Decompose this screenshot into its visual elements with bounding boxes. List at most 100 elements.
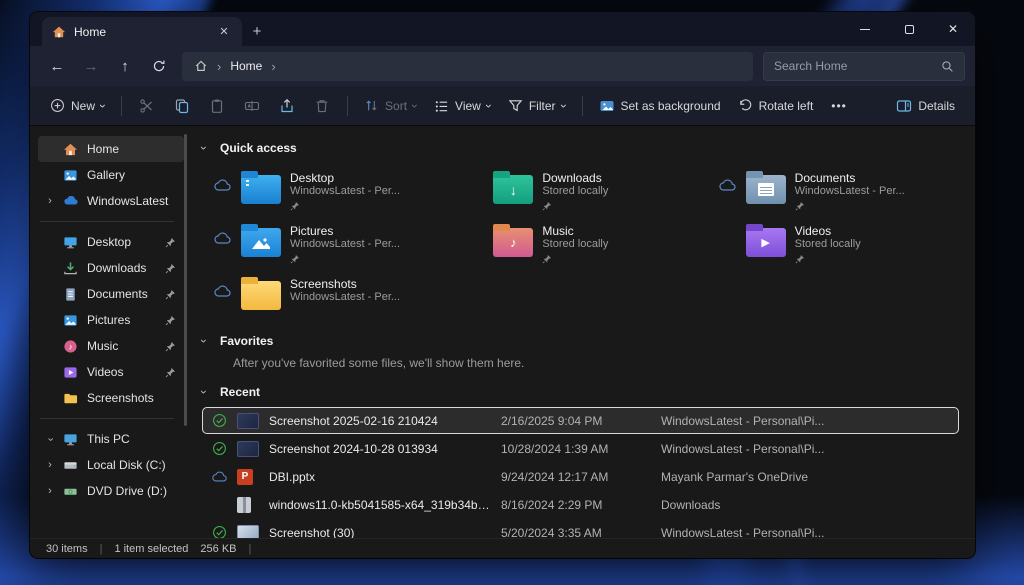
details-pane-icon bbox=[896, 98, 912, 114]
chevron-down-icon[interactable]: › bbox=[45, 433, 56, 445]
sidebar-scrollbar[interactable] bbox=[184, 134, 187, 426]
paste-button[interactable] bbox=[200, 91, 234, 121]
sort-button[interactable]: Sort› bbox=[356, 91, 425, 121]
recent-file-row[interactable]: Screenshot 2024-10-28 013934 10/28/2024 … bbox=[202, 435, 959, 462]
pin-icon bbox=[165, 263, 176, 274]
rename-button[interactable] bbox=[235, 91, 269, 121]
search-box[interactable] bbox=[763, 52, 965, 81]
tile-videos[interactable]: ▶ Videos Stored locally bbox=[707, 219, 959, 268]
refresh-button[interactable] bbox=[142, 51, 176, 81]
sidebar-item-screenshots[interactable]: Screenshots bbox=[38, 385, 184, 411]
tile-downloads[interactable]: ↓ Downloads Stored locally bbox=[454, 166, 706, 215]
toolbar-divider bbox=[582, 96, 583, 116]
sidebar-item-desktop[interactable]: Desktop bbox=[38, 229, 184, 255]
share-button[interactable] bbox=[270, 91, 304, 121]
sidebar-item-home[interactable]: Home bbox=[38, 136, 184, 162]
cloud-status-placeholder bbox=[719, 231, 737, 245]
sidebar-item-videos[interactable]: Videos bbox=[38, 359, 184, 385]
file-explorer-window: Home ✕ + ✕ ← → ↑ › Home › New bbox=[30, 12, 975, 558]
synced-check-icon bbox=[211, 440, 228, 457]
view-button[interactable]: View› bbox=[426, 91, 499, 121]
folder-icon-downloads: ↓ bbox=[493, 175, 533, 204]
tile-pictures[interactable]: Pictures WindowsLatest - Per... bbox=[202, 219, 454, 268]
pin-icon bbox=[290, 254, 300, 264]
chevron-right-icon[interactable]: › bbox=[44, 460, 56, 471]
sidebar-item-windowslatest[interactable]: › WindowsLatest bbox=[38, 188, 184, 214]
tile-screenshots[interactable]: Screenshots WindowsLatest - Per... bbox=[202, 272, 454, 321]
sidebar-item-gallery[interactable]: Gallery bbox=[38, 162, 184, 188]
chevron-right-icon: › bbox=[217, 60, 221, 73]
chevron-down-icon[interactable]: › bbox=[198, 390, 210, 394]
minimize-button[interactable] bbox=[843, 12, 887, 46]
pin-icon bbox=[542, 201, 552, 211]
up-button[interactable]: ↑ bbox=[108, 51, 142, 81]
chevron-down-icon: › bbox=[558, 104, 570, 108]
scissors-icon bbox=[139, 98, 155, 114]
copy-button[interactable] bbox=[165, 91, 199, 121]
chevron-right-icon[interactable]: › bbox=[271, 60, 275, 73]
forward-button[interactable]: → bbox=[74, 51, 108, 81]
sidebar-item-dvd-drive-d[interactable]: › DVD Drive (D:) bbox=[38, 478, 184, 504]
folder-icon bbox=[62, 390, 79, 407]
maximize-button[interactable] bbox=[887, 12, 931, 46]
details-button[interactable]: Details bbox=[888, 91, 963, 121]
tile-desktop[interactable]: Desktop WindowsLatest - Per... bbox=[202, 166, 454, 215]
this-pc-icon bbox=[62, 431, 79, 448]
chevron-down-icon[interactable]: › bbox=[198, 146, 210, 150]
folder-icon-videos: ▶ bbox=[746, 228, 786, 257]
set-as-background-button[interactable]: Set as background bbox=[591, 91, 729, 121]
synced-check-icon bbox=[211, 412, 228, 429]
cloud-status-placeholder bbox=[466, 178, 484, 192]
tile-documents[interactable]: Documents WindowsLatest - Per... bbox=[707, 166, 959, 215]
chevron-right-icon[interactable]: › bbox=[44, 196, 56, 207]
items-count: 30 items bbox=[46, 543, 88, 555]
disk-drive-icon bbox=[62, 457, 79, 474]
new-button[interactable]: New› bbox=[42, 91, 113, 121]
recent-file-row[interactable]: windows11.0-kb5041585-x64_319b34bb6f8f9.… bbox=[202, 491, 959, 518]
cut-button[interactable] bbox=[130, 91, 164, 121]
chevron-down-icon[interactable]: › bbox=[198, 339, 210, 343]
cloud-status-icon bbox=[214, 284, 232, 298]
delete-button[interactable] bbox=[305, 91, 339, 121]
new-tab-button[interactable]: + bbox=[242, 17, 272, 46]
tile-music[interactable]: ♪ Music Stored locally bbox=[454, 219, 706, 268]
image-thumbnail bbox=[237, 413, 259, 429]
recent-file-row[interactable]: P DBI.pptx 9/24/2024 12:17 AM Mayank Par… bbox=[202, 463, 959, 490]
see-more-button[interactable]: ••• bbox=[822, 91, 856, 121]
cloud-status-placeholder bbox=[466, 231, 484, 245]
sidebar-separator bbox=[40, 221, 174, 222]
breadcrumb[interactable]: › Home › bbox=[182, 52, 753, 81]
section-header-favorites[interactable]: › Favorites bbox=[202, 329, 959, 353]
recent-file-row[interactable]: Screenshot 2025-02-16 210424 2/16/2025 9… bbox=[202, 407, 959, 434]
search-icon bbox=[941, 60, 954, 73]
search-input[interactable] bbox=[774, 59, 941, 73]
image-thumbnail bbox=[237, 525, 259, 539]
command-toolbar: New› Sort› View› Fi bbox=[30, 86, 975, 126]
filter-button[interactable]: Filter› bbox=[500, 91, 574, 121]
close-icon: ✕ bbox=[948, 22, 958, 36]
chevron-down-icon: › bbox=[409, 104, 421, 108]
back-button[interactable]: ← bbox=[40, 51, 74, 81]
rename-icon bbox=[244, 98, 260, 114]
sort-icon bbox=[364, 98, 379, 113]
rotate-left-button[interactable]: Rotate left bbox=[730, 91, 822, 121]
sidebar-item-this-pc[interactable]: › This PC bbox=[38, 426, 184, 452]
pictures-icon bbox=[62, 312, 79, 329]
rotate-left-icon bbox=[738, 98, 753, 113]
section-header-recent[interactable]: › Recent bbox=[202, 380, 959, 404]
sidebar-item-downloads[interactable]: Downloads bbox=[38, 255, 184, 281]
tab-close-icon[interactable]: ✕ bbox=[216, 25, 232, 38]
powerpoint-file-icon: P bbox=[237, 469, 253, 485]
breadcrumb-home[interactable]: Home bbox=[230, 59, 262, 73]
section-header-quick-access[interactable]: › Quick access bbox=[202, 136, 959, 160]
close-button[interactable]: ✕ bbox=[931, 12, 975, 46]
sidebar-item-pictures[interactable]: Pictures bbox=[38, 307, 184, 333]
tab-home[interactable]: Home ✕ bbox=[42, 17, 242, 46]
recent-file-row[interactable]: Screenshot (30) 5/20/2024 3:35 AM Window… bbox=[202, 519, 959, 538]
sidebar-item-local-disk-c[interactable]: › Local Disk (C:) bbox=[38, 452, 184, 478]
chevron-right-icon[interactable]: › bbox=[44, 486, 56, 497]
sidebar-item-documents[interactable]: Documents bbox=[38, 281, 184, 307]
sidebar-item-music[interactable]: ♪ Music bbox=[38, 333, 184, 359]
tab-strip: Home ✕ + ✕ bbox=[30, 12, 975, 46]
minimize-icon bbox=[860, 29, 870, 30]
